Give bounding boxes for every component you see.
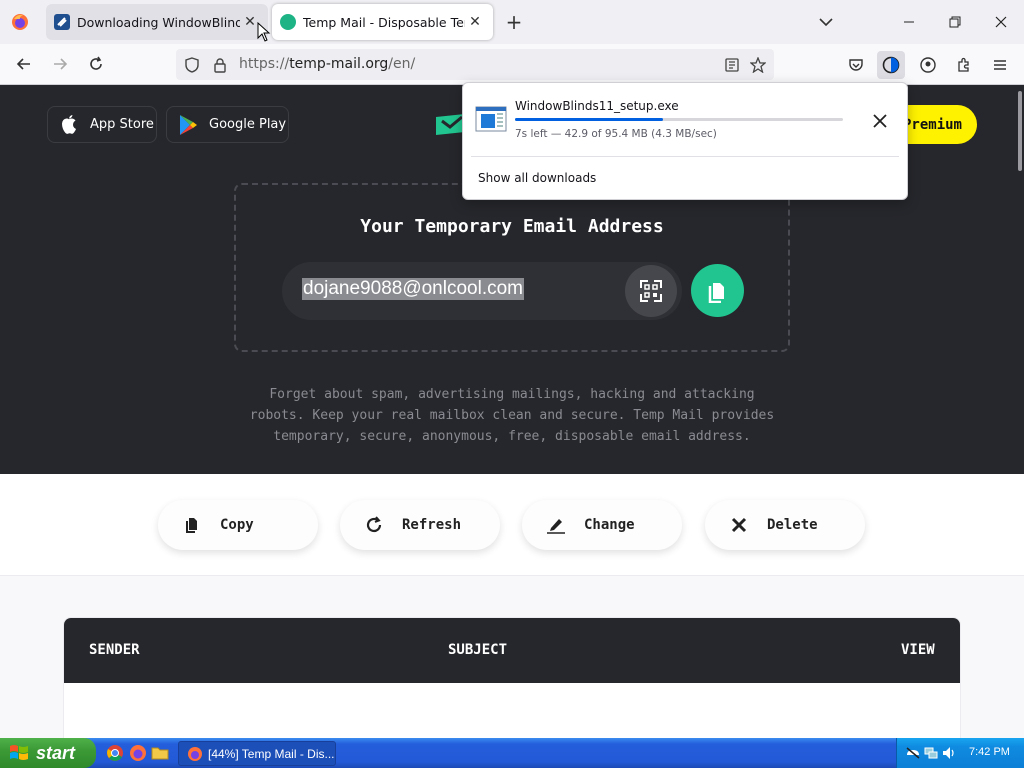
tab-downloading-windowblinds[interactable]: Downloading WindowBlinds 1 ✕ bbox=[46, 4, 268, 40]
firefox-quicklaunch-icon[interactable] bbox=[129, 744, 147, 762]
download-progress-fill bbox=[515, 118, 663, 121]
premium-label: Premium bbox=[902, 116, 962, 133]
scrollbar-thumb[interactable] bbox=[1018, 91, 1022, 171]
google-play-button[interactable]: Google Play bbox=[166, 106, 289, 143]
delete-x-icon bbox=[729, 515, 749, 535]
pocket-icon[interactable] bbox=[842, 51, 870, 79]
subject-column-header: SUBJECT bbox=[448, 642, 508, 658]
volume-icon[interactable] bbox=[941, 745, 957, 761]
minimize-window-icon[interactable] bbox=[886, 0, 932, 44]
refresh-label: Refresh bbox=[402, 517, 462, 533]
lock-icon[interactable] bbox=[210, 55, 230, 75]
refresh-button[interactable]: Refresh bbox=[340, 500, 500, 550]
google-play-icon bbox=[177, 114, 199, 136]
copy-button[interactable]: Copy bbox=[158, 500, 318, 550]
download-progress-bar bbox=[515, 118, 843, 121]
taskbar-item-temp-mail[interactable]: [44%] Temp Mail - Dis... bbox=[178, 741, 336, 766]
mouse-pointer-icon bbox=[257, 22, 271, 42]
url-text: https://temp-mail.org/en/ bbox=[239, 56, 416, 72]
windows-flag-icon bbox=[10, 745, 28, 760]
copy-email-round-button[interactable] bbox=[691, 264, 744, 317]
network-offline-icon[interactable] bbox=[905, 745, 921, 761]
show-all-downloads-link[interactable]: Show all downloads bbox=[478, 171, 596, 185]
email-address-value[interactable]: dojane9088@onlcool.com bbox=[302, 278, 524, 300]
change-button[interactable]: Change bbox=[522, 500, 682, 550]
cancel-download-x-icon[interactable] bbox=[867, 108, 893, 134]
start-button[interactable]: start bbox=[0, 738, 96, 768]
downloads-panel-divider bbox=[471, 156, 899, 157]
change-label: Change bbox=[584, 517, 635, 533]
back-arrow-icon[interactable] bbox=[12, 52, 36, 76]
action-buttons-row: Copy Refresh Change Delete bbox=[0, 474, 1024, 576]
hero-description-line: temporary, secure, anonymous, free, disp… bbox=[273, 429, 751, 444]
downloads-panel: WindowBlinds11_setup.exe 7s left — 42.9 … bbox=[462, 82, 908, 200]
copy-icon bbox=[708, 282, 724, 303]
firefox-icon bbox=[188, 746, 202, 761]
view-column-header: VIEW bbox=[901, 642, 935, 658]
qr-code-button[interactable] bbox=[625, 265, 677, 317]
inbox-table: SENDER SUBJECT VIEW bbox=[63, 617, 961, 738]
temp-mail-favicon-icon bbox=[280, 14, 296, 30]
sender-column-header: SENDER bbox=[89, 642, 140, 658]
hero-description-line: robots. Keep your real mailbox clean and… bbox=[249, 408, 775, 423]
firefox-menu-icon[interactable] bbox=[8, 10, 32, 34]
reader-view-icon[interactable] bbox=[722, 55, 742, 75]
forward-arrow-icon[interactable] bbox=[48, 52, 72, 76]
tab-temp-mail[interactable]: Temp Mail - Disposable Tempor ✕ bbox=[272, 4, 493, 40]
close-window-icon[interactable] bbox=[978, 0, 1024, 44]
address-bar[interactable]: https://temp-mail.org/en/ bbox=[176, 49, 774, 80]
network-connection-icon[interactable] bbox=[923, 745, 939, 761]
list-all-tabs-chevron-icon[interactable] bbox=[816, 12, 836, 32]
refresh-icon bbox=[364, 515, 384, 535]
download-status: 7s left — 42.9 of 95.4 MB (4.3 MB/sec) bbox=[515, 128, 717, 140]
tab-title: Downloading WindowBlinds 1 bbox=[77, 14, 240, 30]
downloads-icon[interactable] bbox=[877, 51, 905, 79]
reload-icon[interactable] bbox=[84, 52, 108, 76]
windows-taskbar: start [44%] Temp Mail - Dis... 7:42 PM bbox=[0, 738, 1024, 768]
windowblinds-favicon-icon bbox=[54, 14, 70, 30]
tab-strip: Downloading WindowBlinds 1 ✕ Temp Mail -… bbox=[0, 0, 1024, 44]
navigation-toolbar: https://temp-mail.org/en/ bbox=[0, 44, 1024, 85]
extensions-puzzle-icon[interactable] bbox=[950, 51, 978, 79]
tab-close-icon[interactable]: ✕ bbox=[465, 12, 485, 32]
copy-icon bbox=[182, 515, 202, 535]
restore-window-icon[interactable] bbox=[932, 0, 978, 44]
delete-label: Delete bbox=[767, 517, 818, 533]
hero-description: Forget about spam, advertising mailings,… bbox=[232, 384, 792, 447]
start-label: start bbox=[36, 742, 76, 763]
folder-quicklaunch-icon[interactable] bbox=[151, 744, 169, 762]
download-filename[interactable]: WindowBlinds11_setup.exe bbox=[515, 99, 679, 113]
hamburger-menu-icon[interactable] bbox=[986, 51, 1014, 79]
email-box-title: Your Temporary Email Address bbox=[360, 216, 664, 237]
app-store-label: App Store bbox=[90, 117, 154, 132]
bookmark-star-icon[interactable] bbox=[748, 55, 768, 75]
app-store-button[interactable]: App Store bbox=[47, 106, 157, 143]
copy-label: Copy bbox=[220, 517, 254, 533]
temporary-email-box: Your Temporary Email Address dojane9088@… bbox=[234, 183, 790, 352]
email-address-field[interactable]: dojane9088@onlcool.com bbox=[282, 262, 682, 320]
system-clock: 7:42 PM bbox=[969, 746, 1010, 758]
installer-file-icon bbox=[475, 106, 507, 132]
apple-icon bbox=[58, 114, 80, 136]
chrome-quicklaunch-icon[interactable] bbox=[106, 744, 124, 762]
account-icon[interactable] bbox=[914, 51, 942, 79]
qr-code-icon bbox=[640, 280, 662, 302]
new-tab-plus-icon[interactable]: + bbox=[504, 12, 524, 32]
google-play-label: Google Play bbox=[209, 117, 287, 132]
tab-title: Temp Mail - Disposable Tempor bbox=[303, 14, 465, 30]
tracking-protection-shield-icon[interactable] bbox=[182, 55, 202, 75]
edit-pen-icon bbox=[546, 515, 566, 535]
inbox-table-header: SENDER SUBJECT VIEW bbox=[64, 618, 960, 683]
system-tray: 7:42 PM bbox=[896, 738, 1024, 768]
hero-description-line: Forget about spam, advertising mailings,… bbox=[269, 387, 755, 402]
page-scrollbar[interactable] bbox=[1016, 85, 1024, 738]
taskbar-item-label: [44%] Temp Mail - Dis... bbox=[208, 746, 335, 761]
delete-button[interactable]: Delete bbox=[705, 500, 865, 550]
